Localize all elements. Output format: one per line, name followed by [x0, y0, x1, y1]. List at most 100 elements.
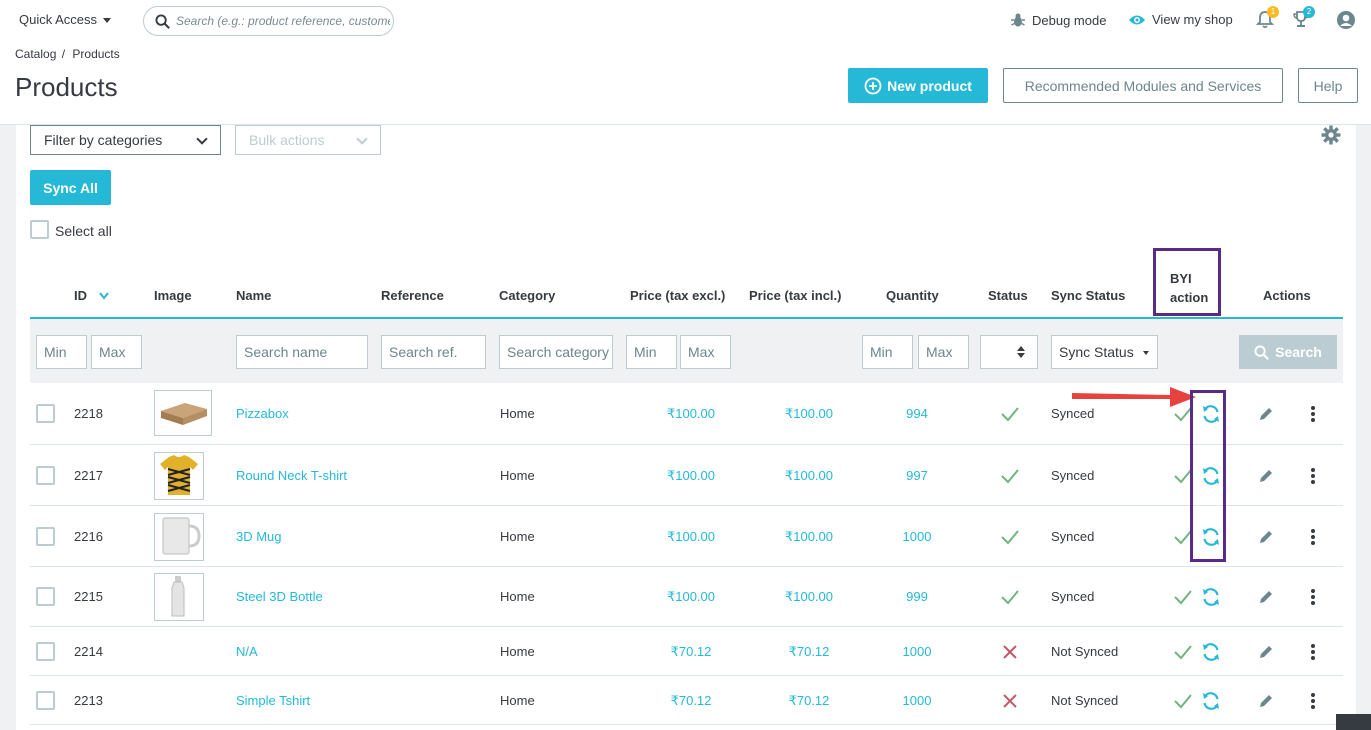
- col-header-id[interactable]: ID: [74, 288, 109, 303]
- breadcrumb-products[interactable]: Products: [72, 47, 119, 61]
- product-price-excl[interactable]: ₹70.12: [654, 644, 728, 660]
- check-icon[interactable]: [1173, 692, 1193, 710]
- price-min-input[interactable]: [626, 335, 677, 369]
- pencil-icon[interactable]: [1258, 589, 1274, 605]
- new-product-button[interactable]: New product: [848, 68, 988, 103]
- global-search[interactable]: [143, 6, 394, 36]
- id-max-input[interactable]: [91, 335, 142, 369]
- breadcrumb-catalog[interactable]: Catalog: [15, 47, 56, 61]
- sync-icon[interactable]: [1200, 586, 1222, 608]
- product-category: Home: [500, 643, 535, 659]
- pencil-icon[interactable]: [1258, 693, 1274, 709]
- kebab-icon[interactable]: [1310, 643, 1316, 661]
- sync-icon[interactable]: [1200, 690, 1222, 712]
- sync-status-text: Not Synced: [1051, 692, 1119, 708]
- kebab-icon[interactable]: [1310, 588, 1316, 606]
- product-price-incl[interactable]: ₹100.00: [772, 589, 846, 605]
- row-checkbox[interactable]: [36, 690, 55, 710]
- kebab-icon[interactable]: [1310, 405, 1316, 423]
- col-header-price-incl[interactable]: Price (tax incl.): [749, 288, 841, 303]
- col-header-status[interactable]: Status: [988, 288, 1028, 303]
- product-quantity[interactable]: 1000: [892, 693, 942, 708]
- product-name-link[interactable]: 3D Mug: [236, 529, 282, 544]
- page-header: Catalog / Products Products New product …: [0, 40, 1371, 125]
- kebab-icon[interactable]: [1310, 528, 1316, 546]
- price-max-input[interactable]: [680, 335, 731, 369]
- notifications-button[interactable]: 1: [1255, 6, 1279, 32]
- recommended-modules-button[interactable]: Recommended Modules and Services: [1003, 68, 1283, 103]
- product-price-incl[interactable]: ₹70.12: [772, 644, 846, 660]
- row-checkbox[interactable]: [36, 587, 55, 606]
- product-name-link[interactable]: Round Neck T-shirt: [236, 468, 347, 483]
- product-id: 2218: [74, 406, 103, 421]
- check-icon[interactable]: [1000, 467, 1020, 485]
- pencil-icon[interactable]: [1258, 406, 1274, 422]
- trophy-button[interactable]: 2: [1292, 6, 1315, 32]
- col-header-name[interactable]: Name: [236, 288, 271, 303]
- filter-search-button[interactable]: Search: [1239, 335, 1337, 369]
- sync-icon[interactable]: [1200, 641, 1222, 663]
- product-price-incl[interactable]: ₹70.12: [772, 693, 846, 709]
- cross-icon[interactable]: [1002, 644, 1018, 660]
- sync-status-select[interactable]: Sync Status: [1051, 335, 1158, 369]
- product-price-excl[interactable]: ₹100.00: [654, 589, 728, 605]
- filter-categories-dropdown[interactable]: Filter by categories: [30, 125, 221, 155]
- check-icon[interactable]: [1000, 588, 1020, 606]
- row-checkbox[interactable]: [36, 465, 55, 485]
- view-shop-link[interactable]: View my shop: [1128, 12, 1233, 27]
- global-search-input[interactable]: [176, 12, 390, 30]
- product-price-incl[interactable]: ₹100.00: [772, 468, 846, 484]
- check-icon[interactable]: [1000, 528, 1020, 546]
- product-price-incl[interactable]: ₹100.00: [772, 406, 846, 422]
- product-name-link[interactable]: Steel 3D Bottle: [236, 589, 323, 604]
- product-name-link[interactable]: N/A: [236, 644, 258, 659]
- product-price-excl[interactable]: ₹70.12: [654, 693, 728, 709]
- kebab-icon[interactable]: [1310, 692, 1316, 710]
- bug-icon: [1011, 13, 1025, 27]
- select-all-checkbox[interactable]: [30, 220, 49, 239]
- product-name-link[interactable]: Simple Tshirt: [236, 693, 310, 708]
- product-name-link[interactable]: Pizzabox: [236, 406, 289, 421]
- sync-status-text: Synced: [1051, 467, 1095, 483]
- help-label: Help: [1313, 77, 1343, 94]
- quantity-max-input[interactable]: [918, 335, 969, 369]
- product-quantity[interactable]: 1000: [892, 529, 942, 544]
- user-menu[interactable]: [1336, 10, 1356, 33]
- check-icon[interactable]: [1173, 588, 1193, 606]
- product-quantity[interactable]: 1000: [892, 644, 942, 659]
- product-price-excl[interactable]: ₹100.00: [654, 468, 728, 484]
- quick-access-menu[interactable]: Quick Access: [19, 12, 112, 27]
- product-price-excl[interactable]: ₹100.00: [654, 406, 728, 422]
- status-select[interactable]: [980, 335, 1038, 369]
- row-checkbox[interactable]: [36, 526, 55, 546]
- name-search-input[interactable]: [236, 335, 368, 369]
- product-price-incl[interactable]: ₹100.00: [772, 529, 846, 545]
- col-header-price-excl[interactable]: Price (tax excl.): [630, 288, 725, 303]
- product-quantity[interactable]: 999: [892, 589, 942, 604]
- quantity-min-input[interactable]: [862, 335, 913, 369]
- annotation-arrow: [1072, 387, 1196, 407]
- help-button[interactable]: Help: [1298, 68, 1358, 103]
- col-header-category[interactable]: Category: [499, 288, 555, 303]
- cross-icon[interactable]: [1002, 693, 1018, 709]
- product-quantity[interactable]: 997: [892, 468, 942, 483]
- col-header-quantity[interactable]: Quantity: [886, 288, 939, 303]
- debug-mode-link[interactable]: Debug mode: [1010, 12, 1106, 28]
- reference-search-input[interactable]: [381, 335, 486, 369]
- col-header-reference[interactable]: Reference: [381, 288, 444, 303]
- category-search-input[interactable]: [499, 335, 613, 369]
- pencil-icon[interactable]: [1258, 529, 1274, 545]
- id-min-input[interactable]: [36, 335, 87, 369]
- check-icon[interactable]: [1173, 643, 1193, 661]
- row-checkbox[interactable]: [36, 404, 55, 423]
- product-quantity[interactable]: 994: [892, 406, 942, 421]
- bulk-actions-dropdown[interactable]: Bulk actions: [235, 125, 381, 155]
- pencil-icon[interactable]: [1258, 468, 1274, 484]
- product-price-excl[interactable]: ₹100.00: [654, 529, 728, 545]
- pencil-icon[interactable]: [1258, 644, 1274, 660]
- sync-all-button[interactable]: Sync All: [30, 170, 111, 205]
- gear-icon[interactable]: [1321, 125, 1341, 145]
- check-icon[interactable]: [1000, 405, 1020, 423]
- row-checkbox[interactable]: [36, 641, 55, 661]
- kebab-icon[interactable]: [1310, 467, 1316, 485]
